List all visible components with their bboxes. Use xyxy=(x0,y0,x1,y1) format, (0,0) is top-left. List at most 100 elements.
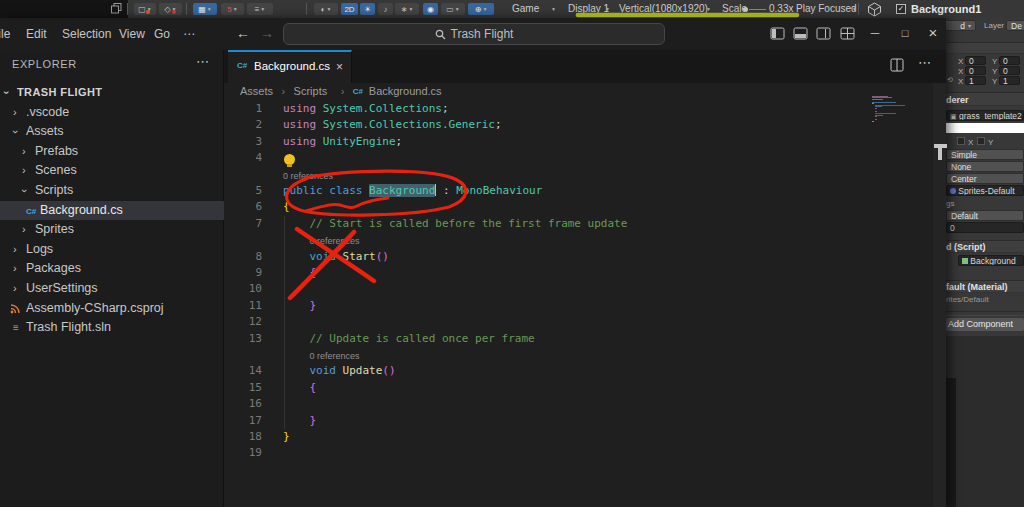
x-field[interactable]: 1 xyxy=(965,76,986,85)
add-component-button[interactable]: Add Component xyxy=(946,318,1024,331)
minimap-line xyxy=(872,103,874,104)
camera-view-button[interactable]: ▭▼ xyxy=(441,3,465,15)
draw-mode-dropdown[interactable]: Simple xyxy=(946,149,1024,160)
play-focused-dropdown-icon[interactable]: ▼ xyxy=(852,6,857,12)
command-center-search[interactable]: Trash Flight xyxy=(283,23,665,45)
resolution-dropdown-icon[interactable]: ▼ xyxy=(706,6,711,12)
gizmos-toggle-button[interactable]: ⊕▼ xyxy=(468,3,494,15)
game-tab[interactable]: Game xyxy=(512,0,539,18)
menu-more[interactable]: ⋯ xyxy=(181,18,197,50)
resolution-dropdown[interactable]: Vertical(1080x1920) xyxy=(619,0,708,18)
tab-background-cs[interactable]: C# Background.cs × xyxy=(228,50,352,83)
close-button[interactable]: × xyxy=(920,18,946,48)
nav-forward-button[interactable]: → xyxy=(260,25,274,41)
flip-y-checkbox[interactable] xyxy=(977,137,985,145)
y-field[interactable]: 0 xyxy=(999,56,1020,65)
grid-snap-button[interactable]: ▦▼ xyxy=(193,3,217,15)
menu-file[interactable]: File xyxy=(0,18,12,50)
snap-increment-button[interactable]: 5▼ xyxy=(221,3,244,15)
toggle-sidebar-icon[interactable] xyxy=(770,26,785,41)
inspector-active-checkbox[interactable]: ✓ xyxy=(896,4,906,14)
chevron-icon: › xyxy=(13,240,17,260)
vscode-window: File Edit SelectionViewGo ⋯ ← → Trash Fligh… xyxy=(0,18,946,507)
sln-file-icon: ≡ xyxy=(13,318,19,338)
y-field[interactable]: 1 xyxy=(999,76,1020,85)
tree-item-assembly-csharp-csproj[interactable]: Assembly-CSharp.csproj xyxy=(0,299,224,319)
code-line: 12 xyxy=(224,314,933,330)
customize-layout-icon[interactable] xyxy=(840,26,855,41)
toggle-secondary-sidebar-icon[interactable] xyxy=(816,26,831,41)
divider xyxy=(946,311,1024,312)
split-editor-icon[interactable] xyxy=(890,58,904,72)
tree-item-packages[interactable]: ›Packages xyxy=(0,259,224,279)
code-line: 9{ xyxy=(224,265,933,281)
tree-item-usersettings[interactable]: ›UserSettings xyxy=(0,279,224,299)
tab-close-icon[interactable]: × xyxy=(336,60,343,74)
layer-dropdown[interactable]: De xyxy=(1006,20,1024,31)
chevron-icon: › xyxy=(22,161,26,181)
tree-item--vscode[interactable]: ›.vscode xyxy=(0,103,224,123)
tag-dropdown[interactable]: d xyxy=(946,20,976,31)
codelens-references[interactable]: 0 references xyxy=(309,347,359,363)
tree-item-prefabs[interactable]: ›Prefabs xyxy=(0,142,224,162)
game-tab-dropdown-icon[interactable]: ▼ xyxy=(551,6,556,12)
tree-root-trash-flight[interactable]: ›TRASH FLIGHT xyxy=(0,83,224,103)
order-in-layer-field[interactable]: 0 xyxy=(946,222,1024,233)
code-editor[interactable]: 1using System.Collections;2using System.… xyxy=(224,101,933,507)
display-dropdown[interactable]: Display 1 xyxy=(568,0,609,18)
menu-edit[interactable]: Edit xyxy=(24,18,49,50)
lighting-toggle-button[interactable]: ☀ xyxy=(360,3,375,15)
tree-item-background-cs[interactable]: C#Background.cs xyxy=(0,201,224,221)
tree-item-logs[interactable]: ›Logs xyxy=(0,240,224,260)
breadcrumb-item[interactable]: Background.cs xyxy=(369,85,442,97)
nav-back-button[interactable]: ← xyxy=(236,25,250,41)
2d-toggle-button[interactable]: 2D xyxy=(341,3,358,15)
color-swatch[interactable] xyxy=(946,123,1024,133)
explorer-more-actions[interactable]: ⋯ xyxy=(196,54,209,69)
pivot-tool-button[interactable]: ◇▼ xyxy=(159,3,182,15)
sort-point-dropdown[interactable]: Center xyxy=(946,173,1024,184)
sorting-layer-dropdown[interactable]: Default xyxy=(946,210,1024,221)
codelens-references[interactable]: 0 references xyxy=(283,167,333,183)
shading-mode-button[interactable]: ◐▼ xyxy=(314,3,338,15)
minimize-button[interactable]: ─ xyxy=(862,18,888,48)
display-dropdown-icon[interactable]: ▼ xyxy=(605,6,610,12)
visibility-toggle-button[interactable]: ◉ xyxy=(423,3,438,15)
view-tool-button[interactable]: ▢▼ xyxy=(134,3,156,15)
tree-item-scenes[interactable]: ›Scenes xyxy=(0,161,224,181)
restore-window-icon[interactable] xyxy=(111,3,122,14)
toggle-panel-icon[interactable] xyxy=(793,26,808,41)
scale-slider-knob[interactable] xyxy=(743,7,748,12)
menu-go[interactable]: Go xyxy=(152,18,172,50)
code-text: void Start() xyxy=(309,249,389,265)
maximize-button[interactable]: □ xyxy=(892,18,918,48)
editor-more-actions[interactable]: ⋯ xyxy=(918,55,931,70)
quickfix-lightbulb-icon[interactable] xyxy=(284,154,295,165)
menu-view[interactable]: View xyxy=(117,18,147,50)
code-line: 15{ xyxy=(224,380,933,396)
breadcrumb-item[interactable]: Assets xyxy=(240,85,273,97)
script-field[interactable]: Background xyxy=(958,255,1024,266)
line-number: 3 xyxy=(224,134,262,150)
y-field[interactable]: 0 xyxy=(999,66,1020,75)
audio-toggle-button[interactable]: ♪ xyxy=(378,3,393,15)
camera-bookmark-button[interactable]: ≡▼ xyxy=(247,3,273,15)
flip-x-checkbox[interactable] xyxy=(957,137,965,145)
tree-item-assets[interactable]: ›Assets xyxy=(0,122,224,142)
breadcrumb-item[interactable]: Scripts xyxy=(294,85,328,97)
mask-interaction-dropdown[interactable]: None xyxy=(946,161,1024,172)
line-number: 12 xyxy=(224,314,262,330)
play-focused-dropdown[interactable]: Play Focused xyxy=(796,0,857,18)
x-field[interactable]: 0 xyxy=(965,56,986,65)
material-field[interactable]: Sprites-Default xyxy=(946,185,1024,196)
tree-item-scripts[interactable]: ›Scripts xyxy=(0,181,224,201)
menu-selection[interactable]: Selection xyxy=(60,18,113,50)
sprite-field[interactable]: ▣ grass_template2 xyxy=(946,110,1024,121)
breadcrumb[interactable]: Assets›Scripts›C#Background.cs xyxy=(224,83,946,101)
effects-toggle-button[interactable]: ∗▼ xyxy=(395,3,419,15)
tree-item-sprites[interactable]: ›Sprites xyxy=(0,220,224,240)
codelens-references[interactable]: 0 references xyxy=(309,232,359,248)
x-field[interactable]: 0 xyxy=(965,66,986,75)
scale-slider-track[interactable] xyxy=(749,9,766,10)
tree-item-trash-flight-sln[interactable]: ≡Trash Flight.sln xyxy=(0,318,224,338)
